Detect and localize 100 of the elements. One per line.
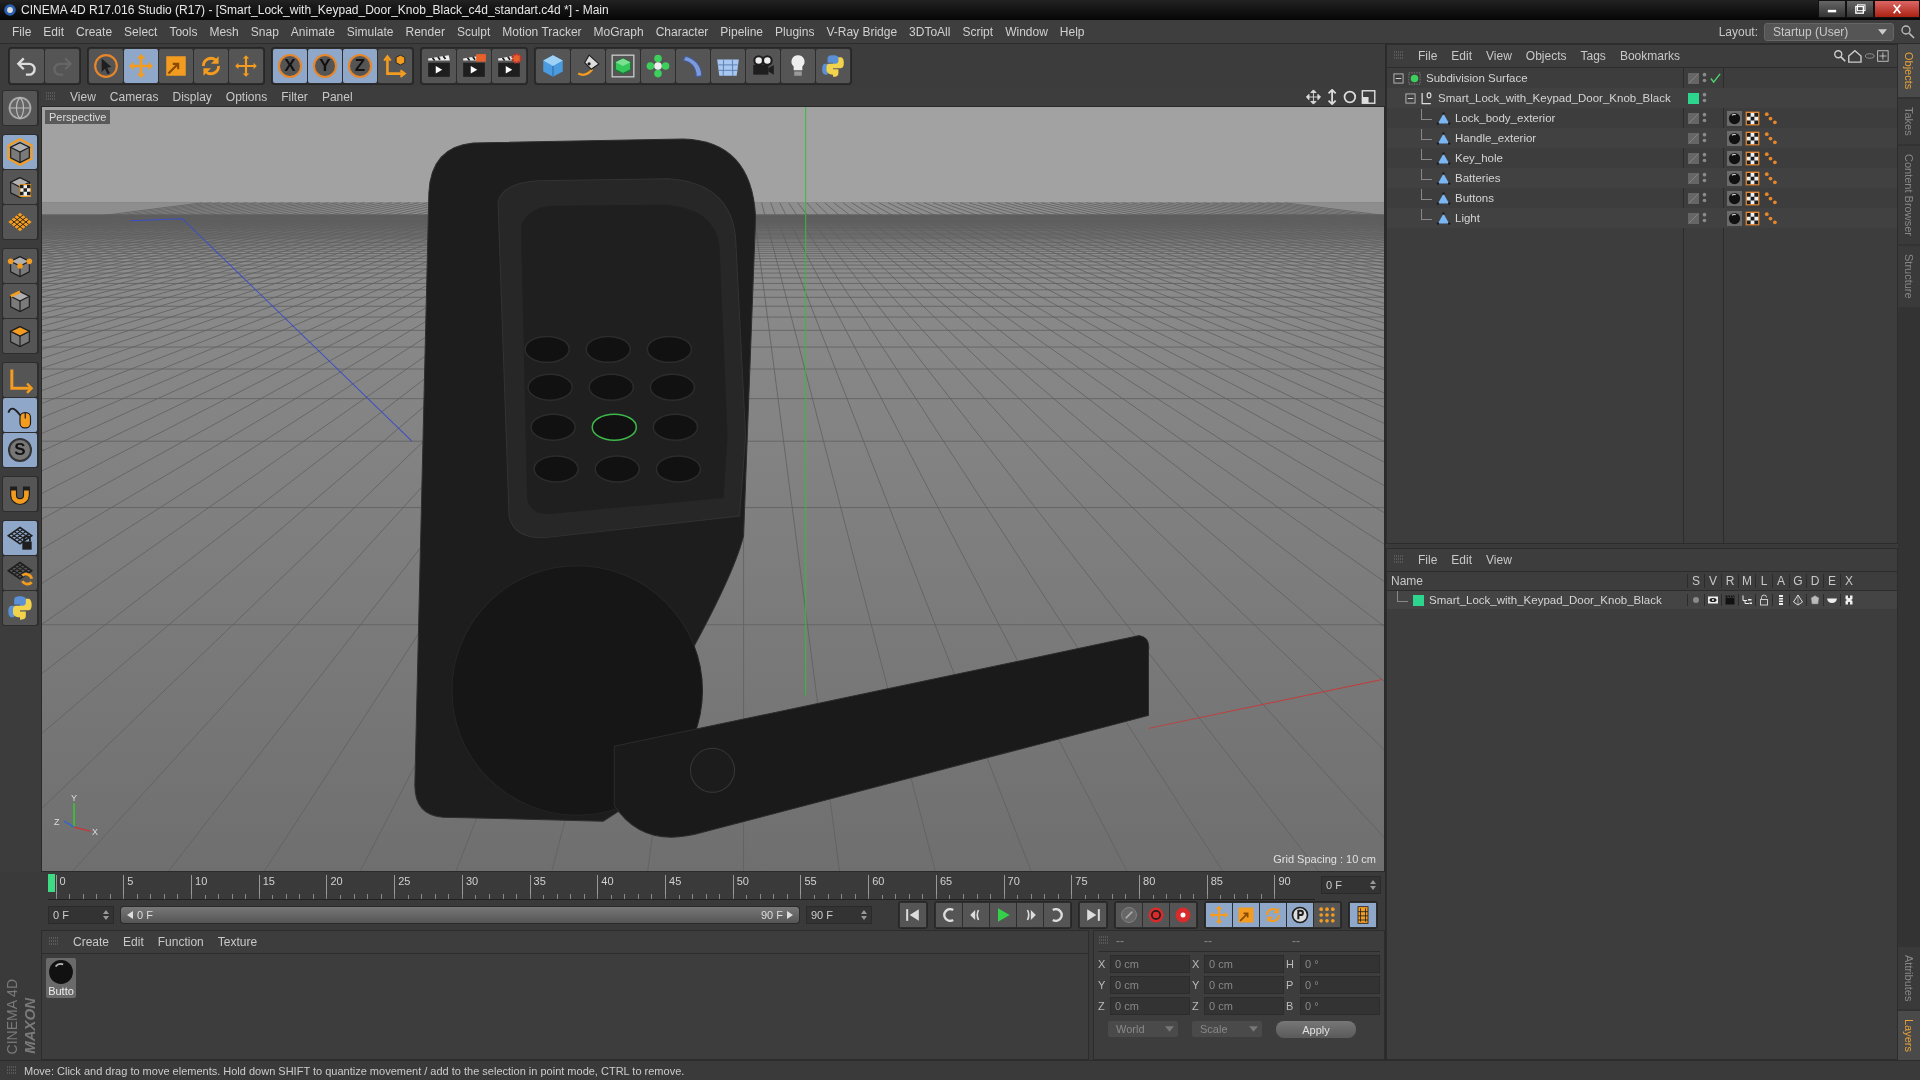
menu-item[interactable]: Character [649, 20, 715, 43]
object-row[interactable]: Batteries [1387, 168, 1897, 188]
dots-tag-icon[interactable] [1763, 110, 1778, 126]
menu-item[interactable]: Edit [37, 20, 71, 43]
current-frame-field[interactable]: 0 F [1321, 876, 1381, 894]
manager-tool-icons[interactable] [1831, 49, 1891, 63]
apply-button[interactable]: Apply [1276, 1021, 1356, 1038]
mode-button[interactable] [3, 170, 37, 204]
menu-item[interactable]: Snap [244, 20, 285, 43]
object-row[interactable]: Smart_Lock_with_Keypad_Door_Knob_Black [1387, 88, 1897, 108]
layer-slot-icon[interactable] [1688, 152, 1699, 164]
menu-item[interactable]: Create [66, 935, 117, 949]
layer-row[interactable]: Smart_Lock_with_Keypad_Door_Knob_Black [1387, 591, 1897, 609]
checker-tag-icon[interactable] [1745, 150, 1760, 166]
material-ball-icon[interactable] [1727, 150, 1742, 166]
minimize-button[interactable] [1818, 0, 1846, 18]
material-ball-icon[interactable] [1727, 190, 1742, 206]
collapse-icon[interactable] [1405, 92, 1416, 104]
layer-color-swatch[interactable] [1688, 92, 1699, 104]
menu-item[interactable]: View [1479, 49, 1519, 63]
search-icon[interactable] [1900, 23, 1916, 40]
visibility-dots-icon[interactable] [1702, 152, 1707, 164]
position-field[interactable]: 0 cm [1110, 997, 1190, 1015]
mode-button[interactable] [3, 135, 37, 169]
padlock-icon[interactable] [1758, 594, 1770, 606]
frame-range-slider[interactable]: 0 F 90 F [120, 906, 800, 924]
layer-slot-icon[interactable] [1688, 192, 1699, 204]
layout-dropdown[interactable]: Startup (User) [1764, 22, 1894, 41]
menu-item[interactable]: Script [956, 20, 1000, 43]
menu-item[interactable]: View [63, 90, 103, 104]
menu-item[interactable]: MoGraph [587, 20, 650, 43]
mode-button[interactable] [3, 319, 37, 353]
tool-button[interactable] [746, 49, 780, 83]
menu-item[interactable]: Plugins [769, 20, 821, 43]
menu-item[interactable]: Bookmarks [1612, 49, 1687, 63]
end-frame-field[interactable]: 90 F [806, 906, 872, 924]
menu-item[interactable]: Objects [1518, 49, 1574, 63]
material-ball-icon[interactable] [1727, 170, 1742, 186]
solo-button[interactable]: S [3, 433, 37, 467]
menu-item[interactable]: Function [150, 935, 211, 949]
menu-item[interactable]: V-Ray Bridge [820, 20, 904, 43]
size-field[interactable]: 0 cm [1204, 997, 1284, 1015]
layer-slot-icon[interactable] [1688, 132, 1699, 144]
mode-button[interactable] [3, 249, 37, 283]
menu-item[interactable]: View [1479, 553, 1519, 567]
visibility-dots-icon[interactable] [1702, 112, 1707, 124]
menu-item[interactable]: Options [218, 90, 275, 104]
menu-item[interactable]: Tools [163, 20, 204, 43]
material-ball-icon[interactable] [1727, 110, 1742, 126]
mode-button[interactable] [3, 556, 37, 590]
tool-button[interactable] [492, 49, 526, 83]
material-swatch[interactable]: Butto [46, 958, 76, 998]
menu-item[interactable]: Panel [314, 90, 360, 104]
dots-tag-icon[interactable] [1763, 150, 1778, 166]
dots-tag-icon[interactable] [1763, 170, 1778, 186]
dots-tag-icon[interactable] [1763, 210, 1778, 226]
object-row[interactable]: Buttons [1387, 188, 1897, 208]
menu-item[interactable]: Filter [274, 90, 315, 104]
object-row[interactable]: Key_hole [1387, 148, 1897, 168]
size-field[interactable]: 0 cm [1204, 955, 1284, 973]
eye-icon[interactable] [1707, 594, 1719, 606]
menu-item[interactable]: Mesh [203, 20, 245, 43]
tool-button[interactable] [641, 49, 675, 83]
checker-tag-icon[interactable] [1745, 170, 1760, 186]
menu-item[interactable]: Edit [1444, 553, 1480, 567]
layer-slot-icon[interactable] [1688, 72, 1699, 84]
playhead[interactable] [47, 874, 55, 892]
rotation-field[interactable]: 0 ° [1300, 976, 1380, 994]
close-button[interactable] [1874, 0, 1920, 18]
mode-button[interactable] [3, 398, 37, 432]
tool-button[interactable] [422, 49, 456, 83]
checker-tag-icon[interactable] [1745, 130, 1760, 146]
visibility-dots-icon[interactable] [1702, 132, 1707, 144]
visibility-dots-icon[interactable] [1702, 192, 1707, 204]
object-row[interactable]: Handle_exterior [1387, 128, 1897, 148]
menu-item[interactable]: File [1411, 49, 1445, 63]
3d-viewport[interactable]: Perspective Y Z X Grid Spacing : 10 cm [41, 106, 1385, 872]
right-arrow-icon[interactable] [787, 911, 793, 919]
checker-tag-icon[interactable] [1745, 210, 1760, 226]
material-ball-icon[interactable] [1727, 210, 1742, 226]
tool-button[interactable] [89, 49, 123, 83]
playback-button[interactable] [1287, 903, 1313, 927]
collapse-icon[interactable] [1393, 72, 1404, 84]
menu-item[interactable]: Motion Tracker [496, 20, 588, 43]
menu-item[interactable]: Edit [1444, 49, 1480, 63]
menu-item[interactable]: Help [1053, 20, 1091, 43]
menu-item[interactable]: Render [399, 20, 451, 43]
side-tab[interactable]: Objects [1898, 44, 1920, 98]
menu-item[interactable]: Animate [284, 20, 341, 43]
side-tab[interactable]: Layers [1898, 1010, 1920, 1060]
dots-tag-icon[interactable] [1763, 130, 1778, 146]
menu-item[interactable]: Display [165, 90, 219, 104]
layer-slot-icon[interactable] [1688, 212, 1699, 224]
menu-item[interactable]: Create [70, 20, 119, 43]
maximize-button[interactable] [1846, 0, 1874, 18]
rotation-field[interactable]: 0 ° [1300, 997, 1380, 1015]
menu-item[interactable]: Window [999, 20, 1054, 43]
visibility-dots-icon[interactable] [1702, 92, 1707, 104]
menu-item[interactable]: Select [118, 20, 164, 43]
menu-item[interactable]: Cameras [102, 90, 166, 104]
